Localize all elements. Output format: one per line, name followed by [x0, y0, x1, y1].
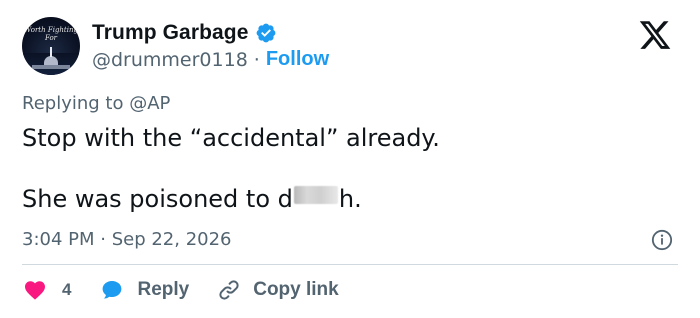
avatar[interactable]: Worth Fighting For	[22, 17, 80, 75]
handle-row: @drummer0118 · Follow	[92, 48, 329, 71]
tweet-text-after-redaction: h.	[338, 185, 362, 213]
heart-icon	[25, 281, 45, 300]
tweet-text-before-redaction: She was poisoned to d	[22, 185, 293, 213]
separator-dot: ·	[253, 48, 260, 71]
info-icon[interactable]	[651, 229, 673, 251]
verified-badge-icon	[256, 23, 275, 43]
reply-label: Reply	[137, 279, 190, 300]
replying-to-handle[interactable]: @AP	[129, 93, 170, 114]
display-name[interactable]: Trump Garbage	[92, 21, 249, 45]
copy-link-button[interactable]: Copy link	[217, 278, 339, 302]
tweet-text-line-1: Stop with the “accidental” already.	[22, 124, 440, 152]
x-logo-icon[interactable]	[636, 18, 674, 52]
avatar-text: Worth Fighting For	[24, 26, 78, 42]
like-count: 4	[62, 280, 72, 299]
link-icon	[219, 280, 239, 300]
avatar-dome	[44, 56, 58, 65]
tweet-timestamp[interactable]: 3:04 PM · Sep 22, 2026	[22, 229, 232, 250]
like-button[interactable]: 4	[22, 278, 71, 302]
reply-button[interactable]: Reply	[99, 278, 189, 302]
avatar-base	[32, 65, 70, 69]
avatar-spire	[50, 47, 52, 57]
action-bar: 4 Reply Copy link	[22, 278, 339, 302]
follow-button[interactable]: Follow	[266, 48, 329, 71]
copy-link-label: Copy link	[253, 279, 339, 300]
reply-bubble-icon	[103, 281, 122, 299]
author-name-row: Trump Garbage	[92, 21, 277, 45]
replying-to: Replying to @AP	[22, 93, 170, 114]
author-handle[interactable]: @drummer0118	[92, 49, 248, 71]
tweet-text-line-2: She was poisoned to d h.	[22, 185, 362, 213]
divider	[22, 264, 678, 265]
replying-to-prefix: Replying to	[22, 93, 124, 114]
redacted-word-blur	[293, 186, 338, 204]
